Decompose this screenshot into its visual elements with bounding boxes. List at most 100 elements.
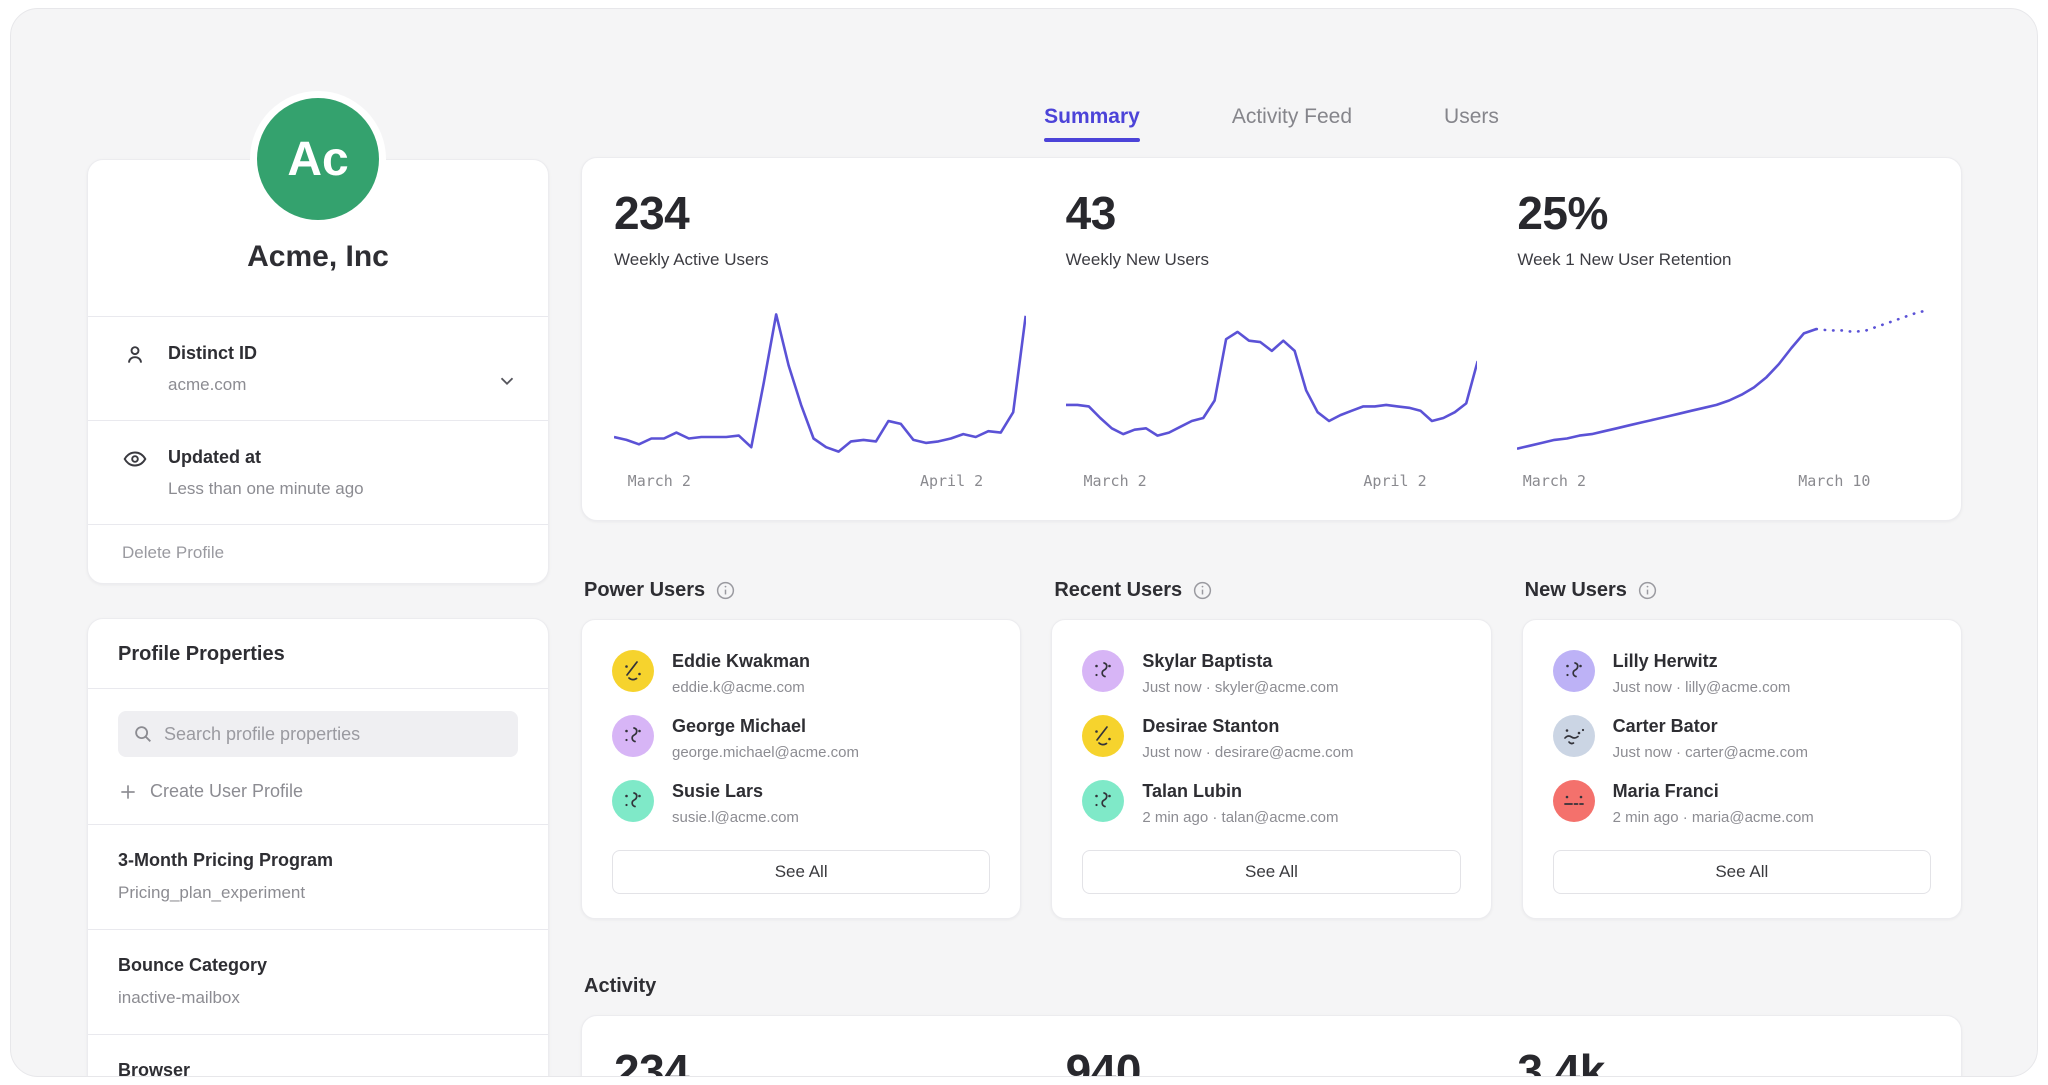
plus-icon <box>118 782 138 802</box>
user-row-george-michael[interactable]: George Michael george.michael@acme.com <box>612 715 990 761</box>
see-all-button[interactable]: See All <box>612 850 990 894</box>
profile-field-value: Less than one minute ago <box>168 478 364 500</box>
chart-axis-labels: March 2April 2 <box>1066 472 1478 496</box>
axis-tick-start: March 2 <box>628 472 691 490</box>
delete-profile-button[interactable]: Delete Profile <box>122 543 224 562</box>
user-row-talan-lubin[interactable]: Talan Lubin2 min ago · talan@acme.com <box>1082 780 1460 826</box>
user-name: Maria Franci <box>1613 779 1814 803</box>
section-header: Power Users <box>581 579 1021 602</box>
profile-field-row-distinct-id[interactable]: Distinct IDacme.com <box>88 316 548 420</box>
stat-label: Week 1 New User Retention <box>1517 250 1929 270</box>
content: Ac Acme, Inc Distinct IDacme.com Updated … <box>11 9 2037 1076</box>
user-list-card: Lilly HerwitzJust now · lilly@acme.com Ca… <box>1522 619 1962 919</box>
tab-summary[interactable]: Summary <box>1044 105 1140 153</box>
tab-label: Activity Feed <box>1232 105 1352 128</box>
stat-value: 234 <box>614 186 1026 240</box>
main-panel: SummaryActivity FeedUsers 234Weekly Acti… <box>549 9 1962 1076</box>
profile-field-text: Updated at Less than one minute ago <box>168 445 364 500</box>
profile-field-row-updated-at[interactable]: Updated at Less than one minute ago <box>88 420 548 524</box>
avatar <box>1553 715 1595 757</box>
section-header: Recent Users <box>1051 579 1491 602</box>
summary-card: 234Weekly Active UsersMarch 2April 243We… <box>581 157 1962 521</box>
property-value: Pricing_plan_experiment <box>118 882 518 904</box>
user-row-skylar-baptista[interactable]: Skylar BaptistaJust now · skyler@acme.co… <box>1082 650 1460 696</box>
tab-bar: Summary Activity Feed Users <box>581 105 1962 153</box>
user-name: Eddie Kwakman <box>672 649 810 673</box>
user-sections: Power Users Eddie Kwakman eddie.k@acme.com… <box>581 579 1962 919</box>
user-name: Talan Lubin <box>1142 779 1338 803</box>
profile-field-value: acme.com <box>168 374 257 396</box>
tab-label: Summary <box>1044 105 1140 128</box>
create-user-profile-button[interactable]: Create User Profile <box>88 757 548 824</box>
search-input[interactable] <box>164 724 504 745</box>
profile-properties-title: Profile Properties <box>88 619 548 688</box>
see-all-button[interactable]: See All <box>1082 850 1460 894</box>
user-text: Susie Larssusie.l@acme.com <box>672 780 799 826</box>
property-label: Bounce Category <box>118 953 518 977</box>
avatar <box>1082 650 1124 692</box>
eye-icon <box>122 446 148 472</box>
user-name: Carter Bator <box>1613 714 1808 738</box>
company-avatar-circle: Ac <box>257 98 379 220</box>
user-text: Eddie Kwakman eddie.k@acme.com <box>672 650 810 696</box>
section-new-users: New UsersLilly HerwitzJust now · lilly@a… <box>1522 579 1962 919</box>
stat-label: Weekly New Users <box>1066 250 1478 270</box>
activity-stat-value: 3.4k <box>1517 1044 1929 1077</box>
user-row-susie-lars[interactable]: Susie Larssusie.l@acme.com <box>612 780 990 826</box>
user-row-eddie-kwakman[interactable]: Eddie Kwakman eddie.k@acme.com <box>612 650 990 696</box>
stat-value: 25% <box>1517 186 1929 240</box>
property-row-3-month-pricing-program[interactable]: 3-Month Pricing ProgramPricing_plan_expe… <box>88 824 548 929</box>
line-chart-week-1-new-user-retention <box>1517 304 1929 462</box>
line-chart-weekly-new-users <box>1066 304 1478 462</box>
info-icon[interactable] <box>715 580 736 601</box>
tab-activity-feed[interactable]: Activity Feed <box>1232 105 1352 153</box>
property-row-browser[interactable]: BrowserChrome <box>88 1034 548 1077</box>
tab-users[interactable]: Users <box>1444 105 1499 153</box>
user-detail: george.michael@acme.com <box>672 744 859 761</box>
section-recent-users: Recent Users Skylar BaptistaJust now · sk… <box>1051 579 1491 919</box>
info-icon[interactable] <box>1637 580 1658 601</box>
axis-tick-start: March 2 <box>1523 472 1586 490</box>
activity-card: 2349403.4k <box>581 1015 1962 1077</box>
user-detail: 2 min ago · maria@acme.com <box>1613 809 1814 826</box>
chevron-down-icon[interactable] <box>496 370 518 392</box>
user-row-carter-bator[interactable]: Carter Bator Just now · carter@acme.com <box>1553 715 1931 761</box>
user-row-lilly-herwitz[interactable]: Lilly HerwitzJust now · lilly@acme.com <box>1553 650 1931 696</box>
info-icon[interactable] <box>1192 580 1213 601</box>
profile-field-label: Updated at <box>168 445 364 469</box>
property-label: Browser <box>118 1058 518 1077</box>
company-name: Acme, Inc <box>88 240 548 316</box>
chart-axis-labels: March 2April 2 <box>614 472 1026 496</box>
company-avatar-initials: Ac <box>287 132 348 187</box>
property-row-bounce-category[interactable]: Bounce Categoryinactive-mailbox <box>88 929 548 1034</box>
user-name: George Michael <box>672 714 859 738</box>
user-text: Desirae StantonJust now · desirare@acme.… <box>1142 715 1353 761</box>
user-text: Lilly HerwitzJust now · lilly@acme.com <box>1613 650 1791 696</box>
create-user-profile-label: Create User Profile <box>150 781 303 802</box>
user-name: Lilly Herwitz <box>1613 649 1791 673</box>
tab-underline <box>1044 138 1140 142</box>
user-detail: Just now · desirare@acme.com <box>1142 744 1353 761</box>
user-list-card: Eddie Kwakman eddie.k@acme.com George Mich… <box>581 619 1021 919</box>
property-list: 3-Month Pricing ProgramPricing_plan_expe… <box>88 824 548 1077</box>
activity-stat-value: 940 <box>1066 1044 1478 1077</box>
user-row-desirae-stanton[interactable]: Desirae StantonJust now · desirare@acme.… <box>1082 715 1460 761</box>
tab-label: Users <box>1444 105 1499 128</box>
avatar <box>1082 715 1124 757</box>
chart-axis-labels: March 2March 10 <box>1517 472 1929 496</box>
see-all-button[interactable]: See All <box>1553 850 1931 894</box>
person-icon <box>122 342 148 368</box>
avatar <box>1553 650 1595 692</box>
axis-tick-start: March 2 <box>1083 472 1146 490</box>
user-detail: susie.l@acme.com <box>672 809 799 826</box>
user-text: Maria Franci 2 min ago · maria@acme.com <box>1613 780 1814 826</box>
stat-column-week-1-new-user-retention: 25% Week 1 New User Retention March 2March… <box>1517 186 1929 496</box>
profile-field-text: Distinct IDacme.com <box>168 341 257 396</box>
profile-field-list: Distinct IDacme.com Updated at Less than o… <box>88 316 548 524</box>
user-row-maria-franci[interactable]: Maria Franci 2 min ago · maria@acme.com <box>1553 780 1931 826</box>
user-detail: Just now · carter@acme.com <box>1613 744 1808 761</box>
avatar <box>612 650 654 692</box>
stat-value: 43 <box>1066 186 1478 240</box>
user-text: Skylar BaptistaJust now · skyler@acme.co… <box>1142 650 1338 696</box>
user-detail: eddie.k@acme.com <box>672 679 810 696</box>
